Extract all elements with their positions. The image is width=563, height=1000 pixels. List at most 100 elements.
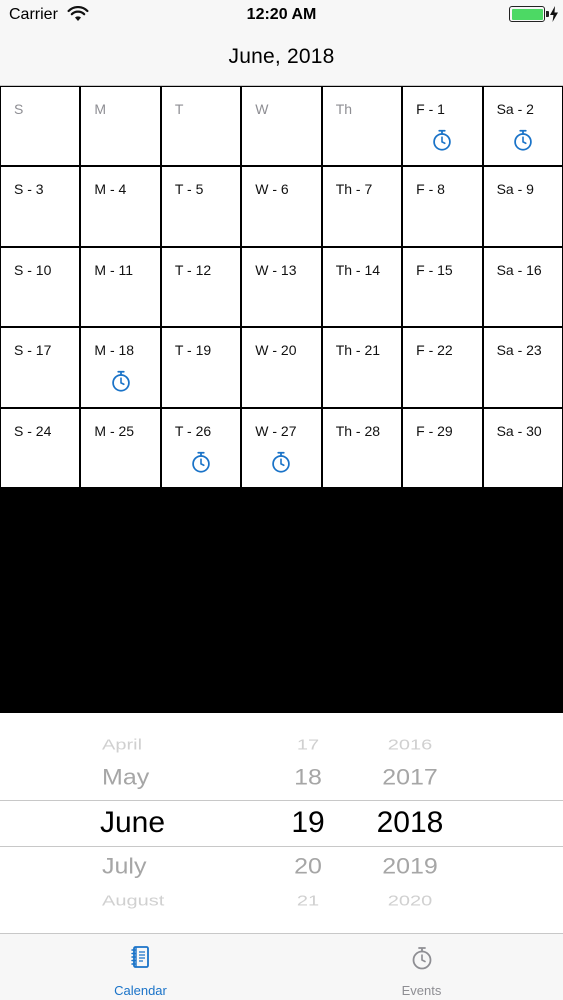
- stopwatch-icon: [268, 449, 294, 475]
- calendar-day-label: S - 24: [14, 422, 52, 439]
- picker-day-option[interactable]: 20: [258, 853, 358, 879]
- picker-day-option[interactable]: 21: [258, 893, 358, 910]
- picker-year-option[interactable]: 2019: [355, 853, 465, 879]
- picker-month-selected[interactable]: June: [60, 806, 200, 840]
- picker-day-selected[interactable]: 19: [258, 806, 358, 840]
- calendar-day-label: T - 5: [174, 181, 204, 198]
- calendar-day-cell[interactable]: F - 1: [403, 87, 482, 166]
- charging-bolt-icon: [549, 6, 559, 27]
- month-wheel[interactable]: April May June July August: [60, 713, 200, 933]
- picker-year-option[interactable]: 2017: [355, 764, 465, 790]
- calendar-day-cell[interactable]: S - 24: [1, 408, 80, 487]
- calendar-book-icon: [127, 944, 155, 972]
- tab-calendar-label: Calendar: [114, 983, 167, 998]
- stopwatch-icon: [188, 449, 214, 475]
- stopwatch-icon: [408, 944, 436, 972]
- calendar-day-label: M: [94, 101, 107, 117]
- picker-year-option[interactable]: 2016: [355, 737, 465, 754]
- calendar-day-cell[interactable]: T - 19: [161, 328, 241, 407]
- battery-level: [511, 8, 543, 20]
- picker-year-selected[interactable]: 2018: [355, 806, 465, 840]
- picker-month-option[interactable]: July: [60, 853, 200, 879]
- calendar-day-label: S - 17: [14, 342, 52, 359]
- calendar-day-label: W - 20: [255, 342, 297, 359]
- calendar-day-label: S - 3: [14, 181, 44, 198]
- calendar-day-cell[interactable]: F - 15: [403, 247, 482, 327]
- calendar-day-cell[interactable]: W: [242, 87, 321, 166]
- calendar-day-label: Th - 21: [335, 342, 381, 359]
- tab-calendar[interactable]: Calendar: [0, 934, 281, 1000]
- calendar-day-cell[interactable]: F - 8: [403, 167, 482, 246]
- calendar-day-cell[interactable]: Sa - 23: [483, 328, 562, 407]
- calendar-day-cell[interactable]: T - 12: [161, 247, 241, 327]
- calendar-day-cell[interactable]: T - 26: [161, 408, 241, 487]
- calendar-day-cell[interactable]: F - 29: [403, 408, 482, 487]
- calendar-day-label: W - 13: [255, 261, 297, 278]
- calendar-day-label: M - 25: [94, 422, 135, 439]
- tab-events-label: Events: [401, 983, 442, 998]
- calendar-day-label: M - 4: [94, 181, 127, 198]
- calendar-day-label: Th: [335, 101, 353, 117]
- calendar-day-cell[interactable]: W - 13: [242, 247, 321, 327]
- calendar-day-cell[interactable]: Th - 7: [322, 167, 402, 246]
- calendar-day-cell[interactable]: Th: [322, 87, 402, 166]
- calendar-day-label: T - 26: [174, 422, 212, 439]
- calendar-day-label: T - 19: [174, 342, 212, 359]
- calendar-day-label: W - 6: [255, 181, 289, 198]
- calendar-day-label: Sa - 16: [496, 261, 542, 278]
- calendar-day-label: Th - 28: [335, 422, 381, 439]
- day-wheel[interactable]: 17 18 19 20 21: [258, 713, 358, 933]
- calendar-day-label: S: [14, 101, 24, 117]
- calendar-day-cell[interactable]: M: [81, 87, 160, 166]
- calendar-day-cell[interactable]: M - 25: [81, 408, 160, 487]
- calendar-day-cell[interactable]: S - 3: [1, 167, 80, 246]
- calendar-day-label: F - 22: [416, 342, 453, 359]
- calendar-day-cell[interactable]: W - 20: [242, 328, 321, 407]
- calendar-day-cell[interactable]: Th - 28: [322, 408, 402, 487]
- calendar-day-cell[interactable]: F - 22: [403, 328, 482, 407]
- calendar-day-cell[interactable]: Sa - 2: [483, 87, 562, 166]
- year-wheel[interactable]: 2016 2017 2018 2019 2020: [355, 713, 465, 933]
- calendar-day-cell[interactable]: W - 27: [242, 408, 321, 487]
- picker-month-option[interactable]: August: [60, 893, 200, 910]
- calendar-day-cell[interactable]: Sa - 16: [483, 247, 562, 327]
- date-picker[interactable]: April May June July August 17 18 19 20 2…: [0, 713, 563, 933]
- picker-day-option[interactable]: 17: [258, 737, 358, 754]
- calendar-day-label: Sa - 2: [496, 101, 534, 117]
- calendar-day-cell[interactable]: W - 6: [242, 167, 321, 246]
- empty-event-area: [0, 489, 563, 713]
- calendar-day-label: F - 29: [416, 422, 453, 439]
- calendar-day-label: F - 15: [416, 261, 453, 278]
- calendar-grid: S M T W Th F - 1 Sa - 2 S - 3 M - 4 T - 5 W - 6 Th …: [0, 86, 563, 489]
- page-title: June, 2018: [228, 45, 335, 68]
- calendar-day-label: Sa - 30: [496, 422, 542, 439]
- calendar-day-cell[interactable]: S - 17: [1, 328, 80, 407]
- calendar-day-label: F - 1: [416, 101, 445, 117]
- calendar-day-label: M - 11: [94, 261, 134, 278]
- clock-time: 12:20 AM: [246, 6, 317, 23]
- calendar-day-cell[interactable]: Th - 21: [322, 328, 402, 407]
- picker-month-option[interactable]: May: [60, 764, 200, 790]
- calendar-day-cell[interactable]: S: [1, 87, 80, 166]
- calendar-day-label: Sa - 23: [496, 342, 542, 359]
- calendar-day-cell[interactable]: S - 10: [1, 247, 80, 327]
- calendar-day-cell[interactable]: M - 4: [81, 167, 160, 246]
- calendar-day-cell[interactable]: T - 5: [161, 167, 241, 246]
- calendar-day-cell[interactable]: M - 11: [81, 247, 160, 327]
- calendar-day-label: M - 18: [94, 342, 135, 359]
- tab-events[interactable]: Events: [281, 934, 562, 1000]
- picker-month-option[interactable]: April: [60, 737, 200, 754]
- status-bar: Carrier 12:20 AM: [0, 0, 563, 30]
- calendar-day-cell[interactable]: M - 18: [81, 328, 160, 407]
- stopwatch-icon: [429, 127, 455, 153]
- calendar-day-label: Sa - 9: [496, 181, 534, 198]
- battery-icon: [509, 6, 545, 22]
- picker-year-option[interactable]: 2020: [355, 893, 465, 910]
- calendar-day-cell[interactable]: Sa - 9: [483, 167, 562, 246]
- calendar-day-cell[interactable]: Sa - 30: [483, 408, 562, 487]
- calendar-day-cell[interactable]: Th - 14: [322, 247, 402, 327]
- calendar-day-label: F - 8: [416, 181, 445, 198]
- picker-day-option[interactable]: 18: [258, 764, 358, 790]
- calendar-day-cell[interactable]: T: [161, 87, 241, 166]
- navigation-bar: June, 2018: [0, 30, 563, 86]
